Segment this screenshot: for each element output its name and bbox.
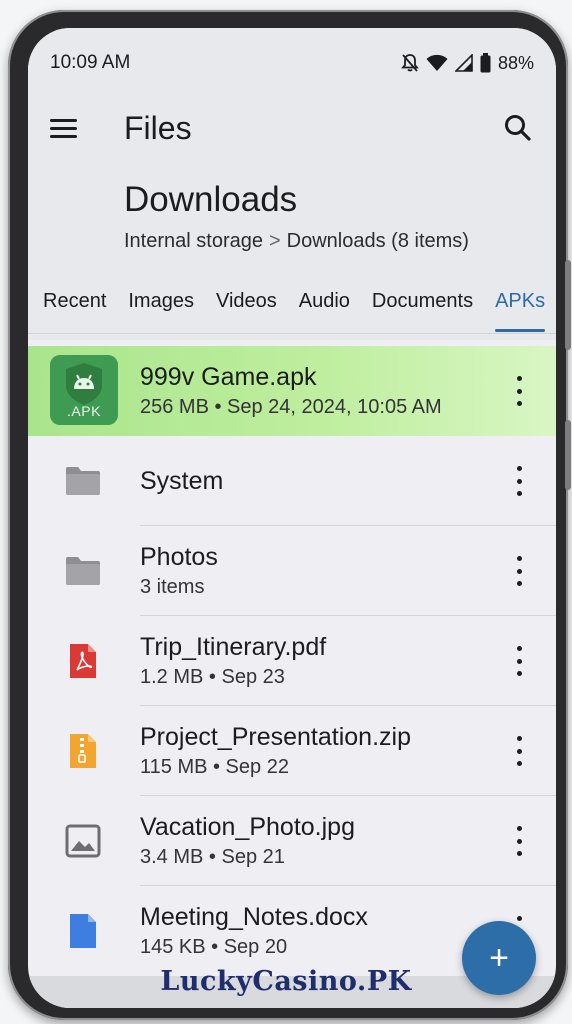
chevron-right-icon: > — [268, 230, 281, 252]
tab-videos[interactable]: Videos — [216, 284, 277, 334]
status-icons: 88% — [401, 53, 534, 74]
file-list: .APK 999v Game.apk 256 MB • Sep 24, 2024… — [28, 346, 556, 976]
item-meta: 145 KB • Sep 20 — [140, 936, 288, 958]
zip-icon — [64, 732, 102, 770]
tab-recent[interactable]: Recent — [43, 284, 106, 334]
list-item[interactable]: Trip_Itinerary.pdf 1.2 MB • Sep 23 — [28, 616, 556, 706]
menu-icon[interactable] — [50, 112, 82, 144]
more-options-icon[interactable] — [512, 646, 526, 676]
item-meta: 3.4 MB • Sep 21 — [140, 846, 285, 868]
item-meta: 3 items — [140, 576, 205, 598]
item-name: Photos — [140, 543, 218, 571]
apk-icon: .APK — [50, 355, 118, 425]
app-title: Files — [124, 110, 192, 146]
list-item[interactable]: Project_Presentation.zip 115 MB • Sep 22 — [28, 706, 556, 796]
list-item[interactable]: Vacation_Photo.jpg 3.4 MB • Sep 21 — [28, 796, 556, 886]
battery-icon — [480, 53, 491, 73]
item-text: Trip_Itinerary.pdf 1.2 MB • Sep 23 — [140, 616, 326, 706]
item-text: Vacation_Photo.jpg 3.4 MB • Sep 21 — [140, 796, 355, 886]
item-meta: 1.2 MB • Sep 23 — [140, 666, 285, 688]
more-options-icon[interactable] — [512, 376, 526, 406]
list-item[interactable]: System — [28, 436, 556, 526]
breadcrumb: Internal storage > Downloads (8 items) — [124, 230, 469, 253]
tab-audio[interactable]: Audio — [299, 284, 350, 334]
tabs-divider — [28, 333, 556, 334]
folder-icon — [64, 552, 102, 590]
item-text: Photos 3 items — [140, 526, 218, 616]
breadcrumb-current: Downloads (8 items) — [286, 230, 469, 252]
item-name: Meeting_Notes.docx — [140, 903, 368, 931]
pdf-icon — [64, 642, 102, 680]
watermark: LuckyCasino.PK — [160, 966, 412, 997]
status-time: 10:09 AM — [50, 52, 131, 73]
item-name: Trip_Itinerary.pdf — [140, 633, 327, 661]
more-options-icon[interactable] — [512, 826, 526, 856]
item-text: Project_Presentation.zip 115 MB • Sep 22 — [140, 706, 411, 796]
list-item[interactable]: Photos 3 items — [28, 526, 556, 616]
folder-title: Downloads — [124, 180, 298, 219]
item-text: 999v Game.apk 256 MB • Sep 24, 2024, 10:… — [140, 346, 442, 436]
notifications-off-icon — [401, 54, 419, 72]
list-item[interactable]: .APK 999v Game.apk 256 MB • Sep 24, 2024… — [28, 346, 556, 436]
wifi-icon — [426, 54, 448, 71]
power-button — [565, 420, 571, 490]
more-options-icon[interactable] — [512, 556, 526, 586]
breadcrumb-root[interactable]: Internal storage — [124, 230, 263, 253]
app-bar: Files — [28, 98, 556, 158]
item-meta: 256 MB • Sep 24, 2024, 10:05 AM — [140, 396, 442, 418]
volume-button — [565, 260, 571, 350]
item-name: System — [140, 466, 224, 495]
more-options-icon[interactable] — [512, 466, 526, 496]
item-text: System — [140, 436, 223, 526]
tab-documents[interactable]: Documents — [372, 284, 473, 334]
tab-images[interactable]: Images — [128, 284, 194, 334]
more-options-icon[interactable] — [512, 736, 526, 766]
item-name: Project_Presentation.zip — [140, 723, 411, 751]
screen: 10:09 AM 88% Files Downloads Internal st… — [28, 28, 556, 1008]
item-meta: 115 MB • Sep 22 — [140, 756, 289, 778]
item-name: Vacation_Photo.jpg — [140, 813, 355, 841]
apk-label: .APK — [67, 403, 101, 419]
item-text: Meeting_Notes.docx 145 KB • Sep 20 — [140, 886, 368, 976]
folder-icon — [64, 462, 102, 500]
phone-frame: 10:09 AM 88% Files Downloads Internal st… — [8, 10, 571, 1020]
category-tabs: Recent Images Videos Audio Documents APK… — [28, 284, 556, 334]
status-bar: 10:09 AM 88% — [50, 50, 534, 76]
image-icon — [64, 822, 102, 860]
battery-percent: 88% — [497, 52, 534, 73]
search-icon[interactable] — [502, 112, 534, 144]
tab-apks[interactable]: APKs — [495, 284, 546, 334]
item-name: 999v Game.apk — [140, 363, 317, 391]
doc-icon — [64, 912, 102, 950]
signal-icon — [454, 54, 473, 72]
